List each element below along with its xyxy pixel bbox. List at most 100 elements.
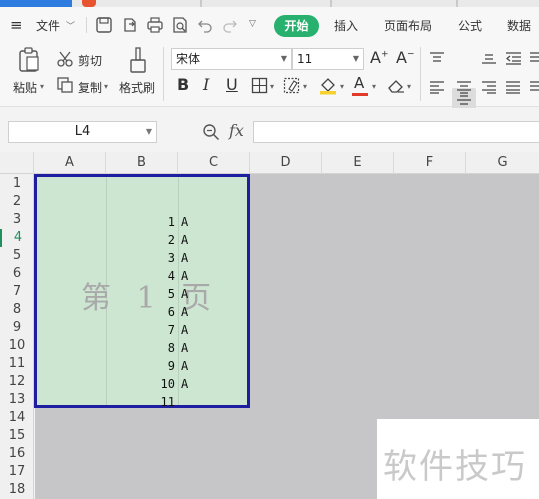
redo-icon[interactable] bbox=[221, 16, 239, 34]
cell-suffix[interactable]: A bbox=[181, 231, 191, 249]
column-header-e[interactable]: E bbox=[322, 152, 394, 174]
align-middle-icon[interactable] bbox=[456, 93, 472, 107]
name-box[interactable]: L4 ▼ bbox=[8, 121, 157, 143]
row-header[interactable]: 3 bbox=[0, 211, 34, 229]
column-header-b[interactable]: B bbox=[106, 152, 178, 174]
column-header-d[interactable]: D bbox=[250, 152, 322, 174]
row-header[interactable]: 8 bbox=[0, 301, 34, 319]
tab-home[interactable]: 开始 bbox=[274, 15, 319, 37]
cell-suffix[interactable]: A bbox=[181, 321, 191, 339]
cell-suffix[interactable]: A bbox=[181, 213, 191, 231]
zoom-search-icon[interactable] bbox=[202, 123, 220, 141]
cell-number[interactable]: 4 bbox=[135, 267, 175, 285]
save-icon[interactable] bbox=[95, 16, 113, 34]
cell-number[interactable]: 7 bbox=[135, 321, 175, 339]
cut-button[interactable]: 剪切 bbox=[78, 52, 102, 69]
grow-font-icon[interactable]: A+ bbox=[370, 48, 389, 67]
tab-page-layout[interactable]: 页面布局 bbox=[384, 17, 432, 34]
column-header-g[interactable]: G bbox=[466, 152, 539, 174]
row-header[interactable]: 11 bbox=[0, 355, 34, 373]
font-size-select[interactable]: 11 ▼ bbox=[292, 48, 364, 70]
indent-decrease-icon[interactable] bbox=[505, 51, 522, 65]
indent-increase-icon[interactable] bbox=[529, 51, 539, 65]
font-color-dropdown-icon[interactable]: ▾ bbox=[372, 82, 376, 91]
cell-suffix[interactable]: A bbox=[181, 375, 191, 393]
paste-icon[interactable] bbox=[17, 47, 41, 73]
row-header[interactable]: 13 bbox=[0, 391, 34, 409]
cell-suffix[interactable]: A bbox=[181, 267, 191, 285]
row-header[interactable]: 18 bbox=[0, 481, 34, 499]
format-painter-button[interactable]: 格式刷 bbox=[119, 79, 155, 96]
align-top-icon[interactable] bbox=[429, 51, 445, 65]
chevron-down-icon[interactable]: ﹀ bbox=[66, 19, 75, 32]
copy-button[interactable]: 复制 bbox=[78, 79, 102, 96]
cell-suffix[interactable]: A bbox=[181, 249, 191, 267]
column-header-f[interactable]: F bbox=[394, 152, 466, 174]
cell-suffix[interactable]: A bbox=[181, 303, 191, 321]
row-header[interactable]: 4 bbox=[0, 229, 34, 247]
eraser-dropdown-icon[interactable]: ▾ bbox=[407, 82, 411, 91]
row-header[interactable]: 7 bbox=[0, 283, 34, 301]
paste-button[interactable]: 粘贴 bbox=[13, 79, 37, 96]
cell-suffix[interactable] bbox=[181, 393, 191, 411]
cell-number[interactable]: 8 bbox=[135, 339, 175, 357]
print-page-1[interactable]: 第 1 页 1 A 2 A 3 A 4 A 5 A 6 A 7 A 8 A 9 A 10 A 11 bbox=[34, 174, 250, 411]
export-icon[interactable] bbox=[121, 16, 139, 34]
shrink-font-icon[interactable]: A− bbox=[396, 48, 415, 67]
active-window-tab[interactable] bbox=[0, 0, 72, 7]
underline-icon[interactable]: U bbox=[226, 75, 238, 94]
cell-number[interactable]: 3 bbox=[135, 249, 175, 267]
column-header-a[interactable]: A bbox=[34, 152, 106, 174]
row-header[interactable]: 1 bbox=[0, 175, 34, 193]
cell-number[interactable]: 2 bbox=[135, 231, 175, 249]
font-name-select[interactable]: 宋体 ▼ bbox=[171, 48, 292, 70]
cell-suffix[interactable]: A bbox=[181, 285, 191, 303]
cell-number[interactable]: 6 bbox=[135, 303, 175, 321]
row-header[interactable]: 17 bbox=[0, 463, 34, 481]
bold-icon[interactable]: B bbox=[177, 75, 189, 94]
row-header[interactable]: 6 bbox=[0, 265, 34, 283]
cell-number[interactable]: 11 bbox=[135, 393, 175, 411]
align-center-icon[interactable] bbox=[456, 80, 472, 94]
customize-quick-access-icon[interactable]: ▽ bbox=[249, 19, 256, 29]
fill-color-icon[interactable] bbox=[318, 76, 338, 95]
cell-number[interactable]: 9 bbox=[135, 357, 175, 375]
cell-number[interactable]: 5 bbox=[135, 285, 175, 303]
row-header[interactable]: 2 bbox=[0, 193, 34, 211]
tab-insert[interactable]: 插入 bbox=[334, 17, 358, 34]
menu-hamburger-icon[interactable]: ≡ bbox=[10, 16, 23, 34]
print-preview-icon[interactable] bbox=[171, 16, 189, 34]
borders-icon[interactable] bbox=[251, 77, 268, 94]
cell-number[interactable]: 1 bbox=[135, 213, 175, 231]
tab-data[interactable]: 数据 bbox=[507, 17, 531, 34]
print-icon[interactable] bbox=[146, 16, 164, 34]
eraser-icon[interactable] bbox=[386, 77, 406, 95]
row-header[interactable]: 12 bbox=[0, 373, 34, 391]
insert-function-icon[interactable]: fx bbox=[229, 121, 244, 140]
row-header[interactable]: 14 bbox=[0, 409, 34, 427]
cell-suffix[interactable]: A bbox=[181, 339, 191, 357]
italic-icon[interactable]: I bbox=[203, 75, 209, 94]
formula-input[interactable] bbox=[253, 121, 539, 143]
fill-color-dropdown-icon[interactable]: ▾ bbox=[340, 82, 344, 91]
cell-number[interactable]: 10 bbox=[135, 375, 175, 393]
undo-icon[interactable] bbox=[196, 16, 214, 34]
row-header[interactable]: 15 bbox=[0, 427, 34, 445]
cell-style-dropdown-icon[interactable]: ▾ bbox=[303, 82, 307, 91]
align-right-icon[interactable] bbox=[481, 80, 497, 94]
justify-icon[interactable] bbox=[505, 80, 521, 94]
column-header-c[interactable]: C bbox=[178, 152, 250, 174]
row-header[interactable]: 5 bbox=[0, 247, 34, 265]
copy-dropdown-icon[interactable]: ▾ bbox=[104, 82, 108, 91]
font-color-icon[interactable]: A bbox=[354, 74, 364, 92]
cell-suffix[interactable]: A bbox=[181, 357, 191, 375]
row-header[interactable]: 16 bbox=[0, 445, 34, 463]
paste-dropdown-icon[interactable]: ▾ bbox=[40, 82, 44, 91]
row-header[interactable]: 10 bbox=[0, 337, 34, 355]
distributed-icon[interactable] bbox=[529, 80, 539, 94]
borders-dropdown-icon[interactable]: ▾ bbox=[270, 82, 274, 91]
row-header[interactable]: 9 bbox=[0, 319, 34, 337]
file-menu[interactable]: 文件 bbox=[36, 17, 60, 34]
cell-style-icon[interactable] bbox=[283, 77, 301, 94]
align-left-icon[interactable] bbox=[429, 80, 445, 94]
